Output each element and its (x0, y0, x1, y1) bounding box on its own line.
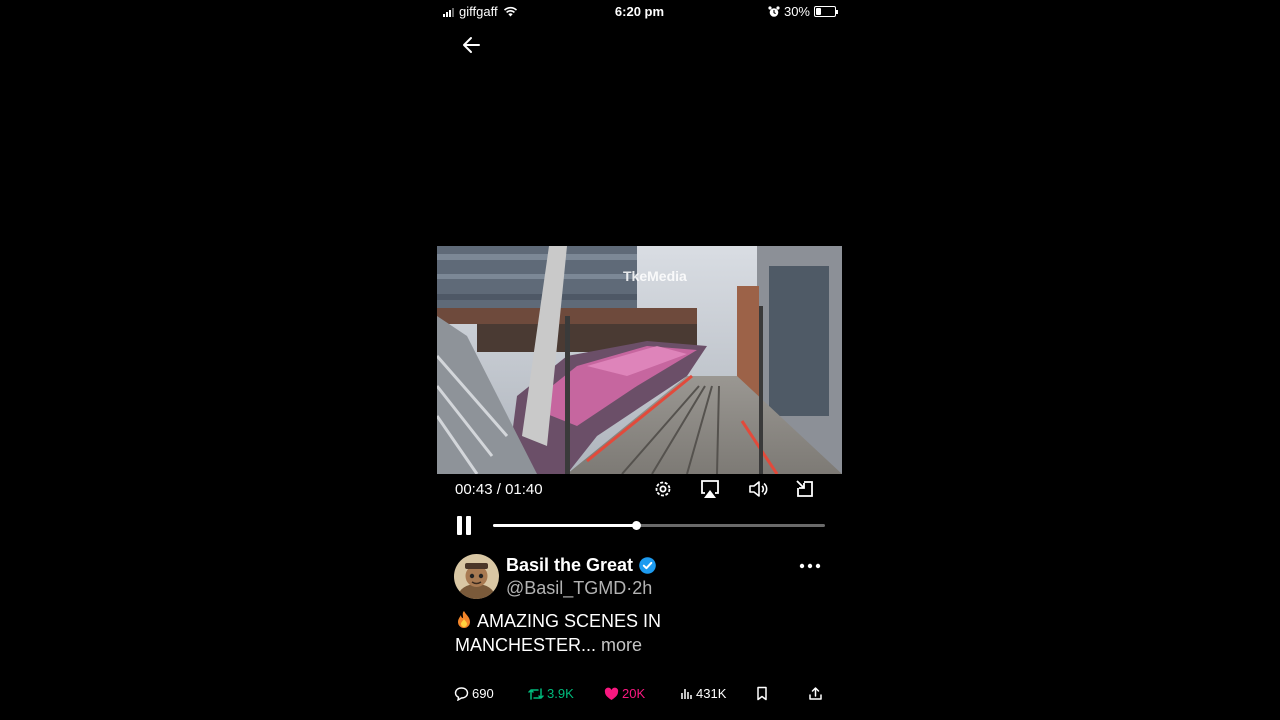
status-right: 30% (768, 4, 838, 19)
retweet-count: 3.9K (547, 686, 574, 701)
time-separator: / (492, 481, 506, 498)
share-button[interactable] (808, 686, 823, 701)
retweet-icon (528, 687, 544, 700)
video-player[interactable]: TkeMedia (437, 246, 842, 474)
more-dots-icon (799, 563, 821, 569)
arrow-left-icon (463, 37, 480, 53)
views-chart-icon (681, 689, 692, 699)
airplay-icon (701, 480, 719, 498)
tweet-actions: 690 3.9K 20K 431K (437, 684, 842, 706)
reply-icon (454, 687, 469, 701)
author-handle[interactable]: @Basil_TGMD (506, 578, 626, 598)
settings-icon (655, 481, 671, 497)
like-count: 20K (622, 686, 646, 701)
views-button[interactable]: 431K (680, 686, 726, 701)
tweet-text: AMAZING SCENES IN MANCHESTER... more (455, 609, 755, 657)
minimize-icon (796, 480, 813, 497)
pause-icon-bar (466, 516, 471, 535)
video-controls: 00:43 / 01:40 (437, 476, 842, 502)
verified-badge-icon (639, 557, 656, 574)
battery-fill (816, 8, 821, 15)
heart-icon (604, 687, 619, 700)
volume-icon (749, 481, 768, 497)
show-more-link[interactable]: more (601, 635, 642, 655)
more-options-button[interactable] (798, 558, 822, 574)
tweet-time[interactable]: 2h (632, 578, 652, 598)
settings-button[interactable] (652, 478, 674, 500)
author-name[interactable]: Basil the Great (506, 555, 633, 576)
duration: 01:40 (505, 481, 543, 498)
battery-cap (836, 10, 838, 14)
back-button[interactable] (459, 34, 485, 56)
current-time: 00:43 (455, 481, 493, 498)
bookmark-button[interactable] (756, 686, 768, 701)
avatar-image (454, 554, 499, 599)
share-icon (809, 687, 822, 700)
author-avatar[interactable] (454, 554, 499, 599)
video-progress-fill (493, 524, 636, 527)
battery-icon (814, 6, 838, 17)
reply-count: 690 (472, 686, 494, 701)
video-watermark: TkeMedia (623, 268, 687, 284)
pause-icon (457, 516, 462, 535)
views-count: 431K (696, 686, 727, 701)
bookmark-icon (757, 686, 767, 701)
airplay-button[interactable] (699, 478, 721, 500)
retweet-button[interactable]: 3.9K (528, 686, 574, 701)
tweet-text-line1: AMAZING SCENES IN (477, 611, 662, 631)
like-button[interactable]: 20K (604, 686, 645, 701)
video-scrubber[interactable] (493, 521, 825, 530)
tweet-text-line2: MANCHESTER... (455, 635, 597, 655)
video-timestamp: 00:43 / 01:40 (455, 481, 543, 498)
battery-percent: 30% (783, 4, 810, 19)
scrubber-thumb[interactable] (631, 521, 641, 530)
phone-screen: giffgaff 6:20 pm 30% TkeMedia 00:43 / 01… (437, 0, 842, 720)
volume-button[interactable] (747, 478, 769, 500)
reply-button[interactable]: 690 (454, 686, 494, 701)
author-handle-line: @Basil_TGMD·2h (506, 578, 652, 599)
minimize-button[interactable] (794, 478, 816, 500)
status-bar: giffgaff 6:20 pm 30% (437, 0, 842, 24)
alarm-icon (768, 5, 780, 17)
pause-button[interactable] (455, 515, 475, 537)
fire-emoji-icon (458, 611, 470, 628)
